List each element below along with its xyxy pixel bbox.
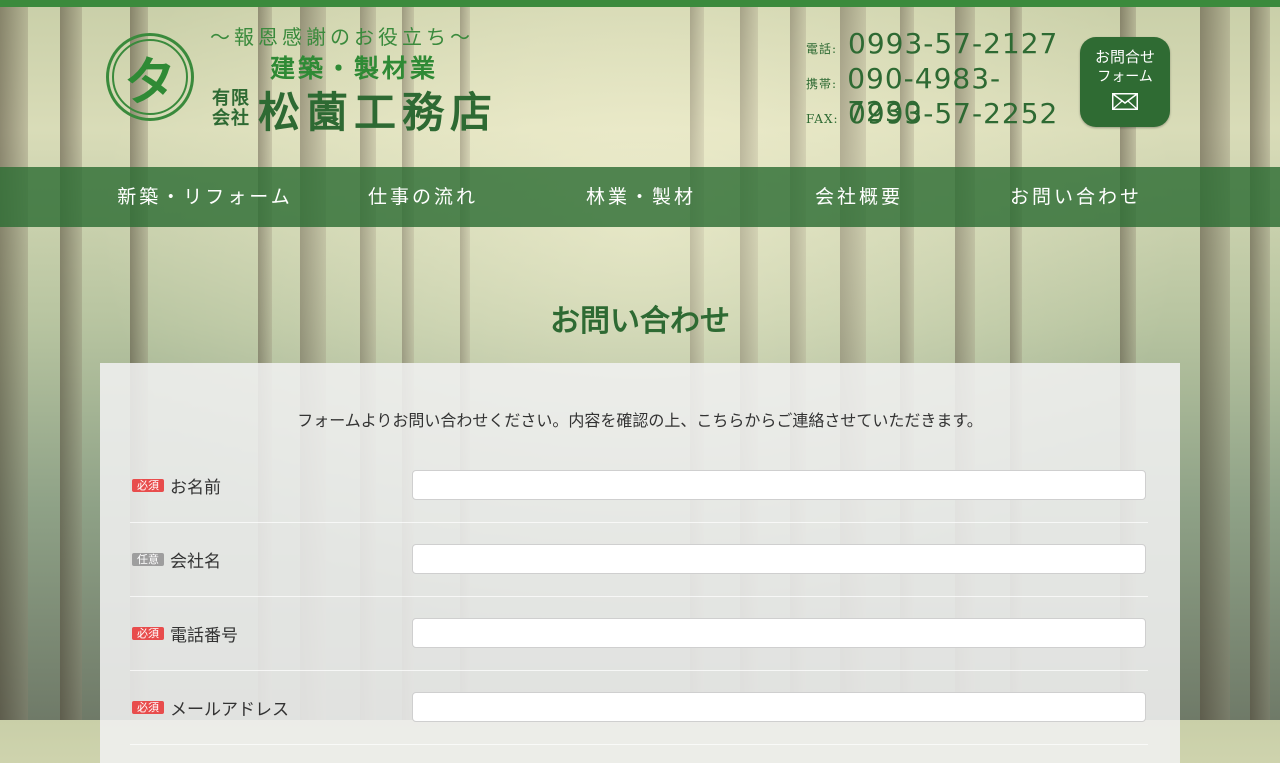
company-name: 松薗工務店 (258, 88, 499, 137)
fax-label: FAX: (806, 112, 839, 126)
required-badge: 必須 (132, 626, 164, 640)
mobile-row: 携帯: 090-4983-7230 (806, 62, 1072, 128)
contact-form-button[interactable]: お問合せ フォーム (1080, 37, 1170, 127)
logo-mark-icon: タ (112, 39, 188, 115)
contact-form: フォームよりお問い合わせください。内容を確認の上、こちらからご連絡させていただき… (100, 363, 1180, 763)
fax-number: 0993-57-2252 (848, 97, 1059, 130)
company-label: 会社名 (170, 551, 221, 572)
phone-input[interactable] (412, 618, 1146, 648)
phone-label: 電話: (806, 42, 838, 56)
email-input[interactable] (412, 692, 1146, 722)
name-input[interactable] (412, 470, 1146, 500)
form-intro: フォームよりお問い合わせください。内容を確認の上、こちらからご連絡させていただき… (297, 411, 983, 430)
form-row-company: 任意 会社名 (130, 522, 1148, 597)
nav-item-contact[interactable]: お問い合わせ (972, 167, 1180, 227)
company-type: 有限会社 (212, 88, 250, 129)
form-row-name: 必須 お名前 (130, 448, 1148, 523)
mail-icon (1112, 93, 1138, 110)
main-navigation: 新築・リフォーム 仕事の流れ 林業・製材 会社概要 お問い合わせ (0, 167, 1280, 227)
company-input[interactable] (412, 544, 1146, 574)
required-badge: 必須 (132, 700, 164, 714)
nav-item-forestry-lumber[interactable]: 林業・製材 (536, 167, 746, 227)
form-button-line1: お問合せ (1094, 48, 1155, 66)
name-label: お名前 (170, 477, 221, 498)
form-row-email: 必須 メールアドレス (130, 670, 1148, 745)
contact-info: 電話: 0993-57-2127 携帯: 090-4983-7230 FAX: … (806, 27, 1072, 132)
optional-badge: 任意 (132, 552, 164, 566)
email-label: メールアドレス (170, 699, 289, 720)
phone-field-label: 電話番号 (170, 625, 238, 646)
phone-number[interactable]: 0993-57-2127 (848, 27, 1058, 60)
slogan: ～報恩感謝のお役立ち～ (210, 25, 474, 49)
phone-row: 電話: 0993-57-2127 (806, 27, 1072, 62)
form-row-phone: 必須 電話番号 (130, 596, 1148, 671)
nav-item-company-profile[interactable]: 会社概要 (754, 167, 964, 227)
nav-item-new-build-reform[interactable]: 新築・リフォーム (100, 167, 310, 227)
top-accent-bar (0, 0, 1280, 7)
site-header: タ ～報恩感謝のお役立ち～ 建築・製材業 有限会社 松薗工務店 電話: 0993… (0, 7, 1280, 167)
logo[interactable]: タ (106, 33, 194, 121)
nav-item-workflow[interactable]: 仕事の流れ (318, 167, 528, 227)
page-title: お問い合わせ (550, 304, 730, 339)
mobile-label: 携帯: (806, 77, 838, 91)
fax-row: FAX: 0993-57-2252 (806, 97, 1072, 132)
required-badge: 必須 (132, 478, 164, 492)
form-button-line2: フォーム (1097, 69, 1153, 85)
